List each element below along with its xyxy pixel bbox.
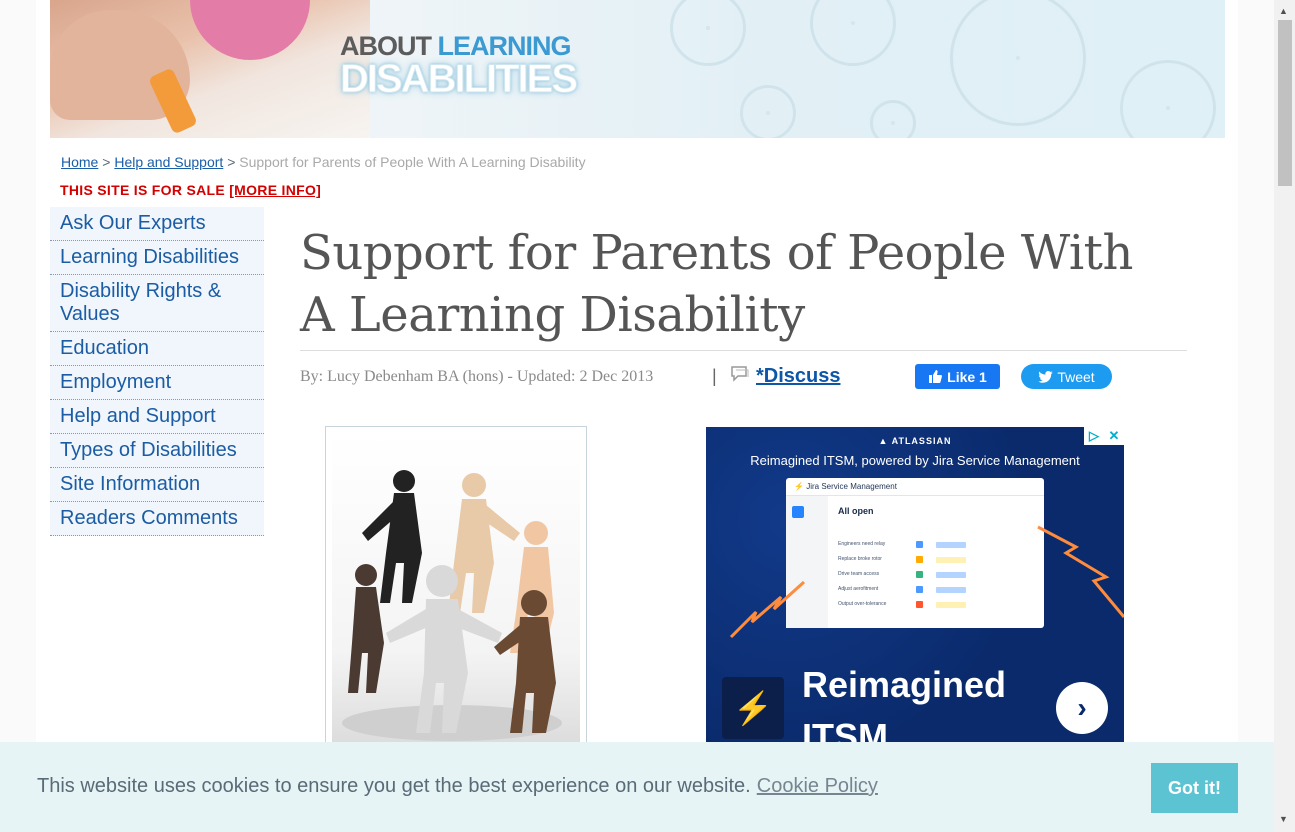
ad-row: Adjust aerofitment (838, 586, 1038, 596)
lightning-bolt-icon (729, 580, 806, 639)
page-gutter-left (0, 0, 36, 832)
tweet-label: Tweet (1057, 368, 1095, 385)
byline-separator: | (712, 366, 717, 386)
cookie-accept-button[interactable]: Got it! (1151, 763, 1238, 813)
for-sale-text: THIS SITE IS FOR SALE (60, 182, 225, 198)
facebook-like-button[interactable]: Like 1 (915, 364, 1000, 389)
jira-service-management-logo-icon: ⚡ (722, 677, 784, 739)
scroll-down-arrow-icon[interactable]: ▼ (1279, 814, 1288, 824)
sidebar-item-types-of-disabilities[interactable]: Types of Disabilities (50, 434, 264, 468)
ad-app-name: ⚡ Jira Service Management (786, 478, 1044, 496)
breadcrumb: Home > Help and Support > Support for Pa… (61, 154, 586, 170)
ad-brand: ▲ ATLASSIAN (878, 436, 952, 446)
scrollbar-thumb[interactable] (1278, 20, 1292, 186)
ad-row: Output over-tolerance (838, 601, 1038, 611)
comment-icon[interactable] (730, 365, 750, 383)
sidebar-item-disability-rights[interactable]: Disability Rights & Values (50, 275, 264, 332)
sidebar-nav: Ask Our Experts Learning Disabilities Di… (50, 207, 264, 536)
twitter-bird-icon (1038, 370, 1054, 383)
article-image (325, 426, 587, 746)
sidebar-item-readers-comments[interactable]: Readers Comments (50, 502, 264, 536)
cookie-consent-banner: This website uses cookies to ensure you … (0, 742, 1274, 832)
more-info-link[interactable]: [MORE INFO] (229, 182, 321, 198)
cookie-policy-link[interactable]: Cookie Policy (757, 775, 878, 797)
ad-choices[interactable]: ▷ ✕ (1084, 427, 1124, 445)
page-title: Support for Parents of People With A Lea… (300, 225, 1133, 343)
sidebar-item-help-and-support[interactable]: Help and Support (50, 400, 264, 434)
paper-people-circle-illustration (342, 470, 562, 741)
sidebar-item-education[interactable]: Education (50, 332, 264, 366)
article-byline: By: Lucy Debenham BA (hons) - Updated: 2… (300, 368, 654, 385)
discuss-link[interactable]: *Discuss (756, 365, 841, 388)
breadcrumb-separator: > (102, 154, 111, 170)
title-divider (300, 350, 1187, 351)
ad-big-text: Reimagined ITSM (802, 664, 1007, 743)
site-logo[interactable]: ABOUT LEARNING DISABILITIES (340, 32, 600, 100)
breadcrumb-current: Support for Parents of People With A Lea… (239, 154, 586, 170)
sidebar-item-learning-disabilities[interactable]: Learning Disabilities (50, 241, 264, 275)
header-photo (50, 0, 370, 138)
ad-headline: Reimagined ITSM, powered by Jira Service… (750, 453, 1080, 468)
site-for-sale-notice: THIS SITE IS FOR SALE [MORE INFO] (60, 182, 321, 198)
thumbs-up-icon (929, 370, 943, 383)
chevron-right-icon[interactable]: › (1056, 682, 1108, 734)
breadcrumb-separator: > (227, 154, 236, 170)
facebook-like-label: Like 1 (947, 368, 987, 385)
ad-row: Replace broke rotor (838, 556, 1038, 566)
advertisement[interactable]: ▲ ATLASSIAN Reimagined ITSM, powered by … (706, 427, 1124, 743)
lightning-bolt-icon (1037, 525, 1124, 618)
breadcrumb-home-link[interactable]: Home (61, 154, 98, 170)
sidebar-item-site-information[interactable]: Site Information (50, 468, 264, 502)
ad-row: Engineers need relay (838, 541, 1038, 551)
sidebar-item-ask-our-experts[interactable]: Ask Our Experts (50, 207, 264, 241)
site-header-banner[interactable]: ABOUT LEARNING DISABILITIES (50, 0, 1225, 138)
ad-choices-icon[interactable]: ▷ (1084, 427, 1104, 445)
vertical-scrollbar[interactable]: ▲ ▼ (1274, 0, 1295, 832)
ad-product-screenshot: ⚡ Jira Service Management All open Engin… (786, 478, 1044, 628)
close-icon[interactable]: ✕ (1104, 427, 1124, 445)
cookie-message: This website uses cookies to ensure you … (37, 775, 878, 797)
sidebar-item-employment[interactable]: Employment (50, 366, 264, 400)
page-gutter-right (1238, 0, 1274, 832)
ad-row: Drive team access (838, 571, 1038, 581)
breadcrumb-section-link[interactable]: Help and Support (114, 154, 223, 170)
ad-panel-title: All open (838, 506, 874, 516)
scroll-up-arrow-icon[interactable]: ▲ (1279, 6, 1288, 16)
tweet-button[interactable]: Tweet (1021, 364, 1112, 389)
